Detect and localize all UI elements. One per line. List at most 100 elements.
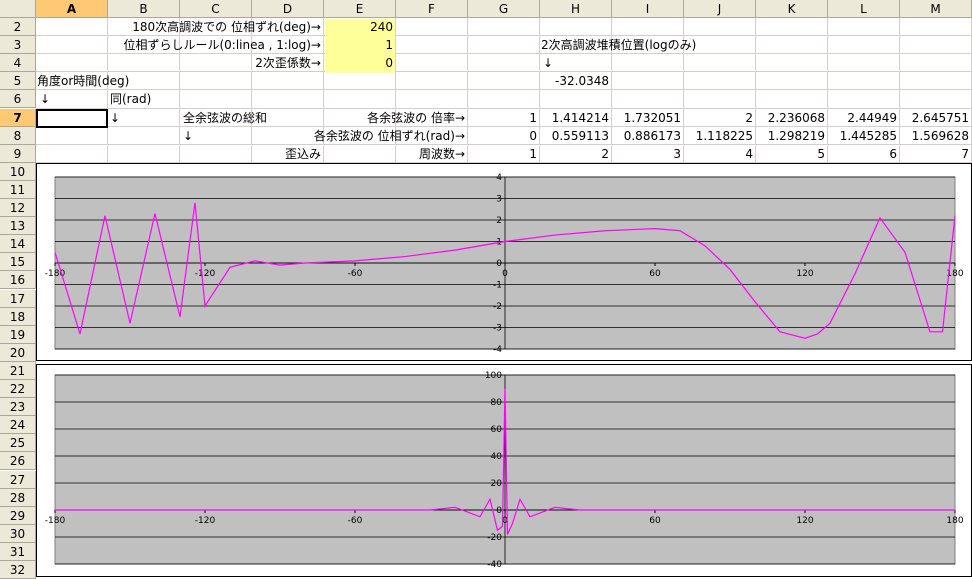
row-header-13[interactable]: 13 (0, 217, 36, 236)
x-tick-label: -60 (348, 269, 363, 279)
cell-c7[interactable]: 全余弦波の総和 (183, 109, 267, 127)
cell-e2[interactable]: 240 (324, 18, 393, 36)
column-header-d[interactable]: D (252, 0, 324, 18)
row-header-12[interactable]: 12 (0, 199, 36, 218)
cell-l9[interactable]: 6 (828, 145, 897, 163)
y-tick-label: 0 (496, 259, 502, 269)
active-cell-a7[interactable] (36, 109, 108, 128)
cell-a5[interactable]: 角度or時間(deg) (37, 72, 129, 90)
cell-h3[interactable]: 2次高調波堆積位置(logのみ) (541, 36, 696, 54)
row-header-2[interactable]: 2 (0, 18, 36, 37)
cell-g7[interactable]: 1 (468, 109, 537, 127)
cell-i8[interactable]: 0.886173 (612, 127, 681, 145)
row-header-20[interactable]: 20 (0, 343, 36, 362)
cell-h5[interactable]: -32.0348 (540, 72, 609, 90)
column-header-l[interactable]: L (828, 0, 900, 18)
chart-2[interactable]: 100 80 60 40 20 0 -20 -40 -180 -120 -60 0 60 120 180 (36, 364, 972, 577)
cell-e3[interactable]: 1 (324, 36, 393, 54)
row-header-30[interactable]: 30 (0, 524, 36, 543)
cell-m8[interactable]: 1.569628 (900, 127, 969, 145)
row-header-4[interactable]: 4 (0, 54, 36, 73)
row-header-3[interactable]: 3 (0, 36, 36, 55)
cell-j7[interactable]: 2 (684, 109, 753, 127)
row-header-28[interactable]: 28 (0, 488, 36, 507)
column-header-i[interactable]: I (612, 0, 684, 18)
row-header-7[interactable]: 7 (0, 108, 36, 127)
row-header-17[interactable]: 17 (0, 289, 36, 308)
x-tick-label: -120 (195, 516, 216, 526)
column-header-m[interactable]: M (900, 0, 972, 18)
cell-i9[interactable]: 3 (612, 145, 681, 163)
column-header-a[interactable]: A (36, 0, 108, 18)
chart-1[interactable]: 4 3 2 1 0 -1 -2 -3 -4 -180 -120 -60 0 60 120 180 (36, 163, 972, 361)
row-header-15[interactable]: 15 (0, 253, 36, 272)
cell-b6[interactable]: 同(rad) (110, 90, 151, 108)
row-header-23[interactable]: 23 (0, 398, 36, 417)
row-header-31[interactable]: 31 (0, 542, 36, 561)
column-header-j[interactable]: J (684, 0, 756, 18)
row-header-6[interactable]: 6 (0, 90, 36, 109)
row-header-22[interactable]: 22 (0, 380, 36, 399)
cell-l7[interactable]: 2.44949 (828, 109, 897, 127)
column-header-g[interactable]: G (468, 0, 540, 18)
cell-g8[interactable]: 0 (468, 127, 537, 145)
cell-c8[interactable]: ↓ (183, 127, 193, 145)
cell-k9[interactable]: 5 (756, 145, 825, 163)
cell-m9[interactable]: 7 (900, 145, 969, 163)
cell-d4[interactable]: 2次歪係数→ (124, 54, 321, 72)
column-header-b[interactable]: B (108, 0, 180, 18)
y-tick-label: 80 (491, 398, 503, 408)
row-header-5[interactable]: 5 (0, 72, 36, 91)
cell-k7[interactable]: 2.236068 (756, 109, 825, 127)
row-header-18[interactable]: 18 (0, 307, 36, 326)
cell-d3[interactable]: 位相ずらしルール(0:linea , 1:log)→ (64, 36, 321, 54)
cell-l8[interactable]: 1.445285 (828, 127, 897, 145)
row-header-11[interactable]: 11 (0, 180, 36, 199)
row-header-29[interactable]: 29 (0, 506, 36, 525)
cell-f8[interactable]: 各余弦波の 位相ずれ(rad)→ (218, 127, 465, 145)
cell-h9[interactable]: 2 (540, 145, 609, 163)
cell-i7[interactable]: 1.732051 (612, 109, 681, 127)
x-tick-label: 60 (649, 269, 661, 279)
column-header-k[interactable]: K (756, 0, 828, 18)
cell-j9[interactable]: 4 (684, 145, 753, 163)
y-tick-label: 0 (496, 506, 502, 516)
select-all-corner[interactable] (0, 0, 36, 18)
cell-f9[interactable]: 周波数→ (396, 145, 465, 163)
row-header-25[interactable]: 25 (0, 434, 36, 453)
cell-b7[interactable]: ↓ (110, 109, 120, 127)
row-header-16[interactable]: 16 (0, 271, 36, 290)
cell-a6[interactable]: ↓ (40, 90, 50, 108)
cell-h4[interactable]: ↓ (543, 54, 553, 72)
row-header-32[interactable]: 32 (0, 561, 36, 579)
column-header-c[interactable]: C (180, 0, 252, 18)
row-header-21[interactable]: 21 (0, 361, 36, 380)
row-header-8[interactable]: 8 (0, 126, 36, 145)
row-header-9[interactable]: 9 (0, 144, 36, 163)
cell-e4[interactable]: 0 (324, 54, 393, 72)
cell-g9[interactable]: 1 (468, 145, 537, 163)
column-header-e[interactable]: E (324, 0, 396, 18)
row-header-19[interactable]: 19 (0, 325, 36, 344)
x-tick-label: 180 (946, 516, 963, 526)
cell-m7[interactable]: 2.645751 (900, 109, 969, 127)
row-header-26[interactable]: 26 (0, 452, 36, 471)
row-header-24[interactable]: 24 (0, 416, 36, 435)
chart-1-svg: 43210-1-2-3-4-180 -120 -60 0 60 120 180 (45, 173, 964, 355)
row-header-10[interactable]: 10 (0, 162, 36, 181)
x-tick-label: -60 (348, 516, 363, 526)
cell-d2[interactable]: 180次高調波での 位相ずれ(deg)→ (64, 18, 321, 36)
y-tick-label: -40 (487, 560, 502, 570)
x-tick-label: -120 (195, 269, 216, 279)
cell-h7[interactable]: 1.414214 (540, 109, 609, 127)
cell-k8[interactable]: 1.298219 (756, 127, 825, 145)
cell-j8[interactable]: 1.118225 (684, 127, 753, 145)
row-header-14[interactable]: 14 (0, 235, 36, 254)
row-header-27[interactable]: 27 (0, 470, 36, 489)
column-header-f[interactable]: F (396, 0, 468, 18)
cell-f7[interactable]: 各余弦波の 倍率→ (328, 109, 465, 127)
y-tick-label: 60 (491, 425, 503, 435)
column-header-h[interactable]: H (540, 0, 612, 18)
cell-h8[interactable]: 0.559113 (540, 127, 609, 145)
cell-d9[interactable]: 歪込み (252, 145, 321, 163)
